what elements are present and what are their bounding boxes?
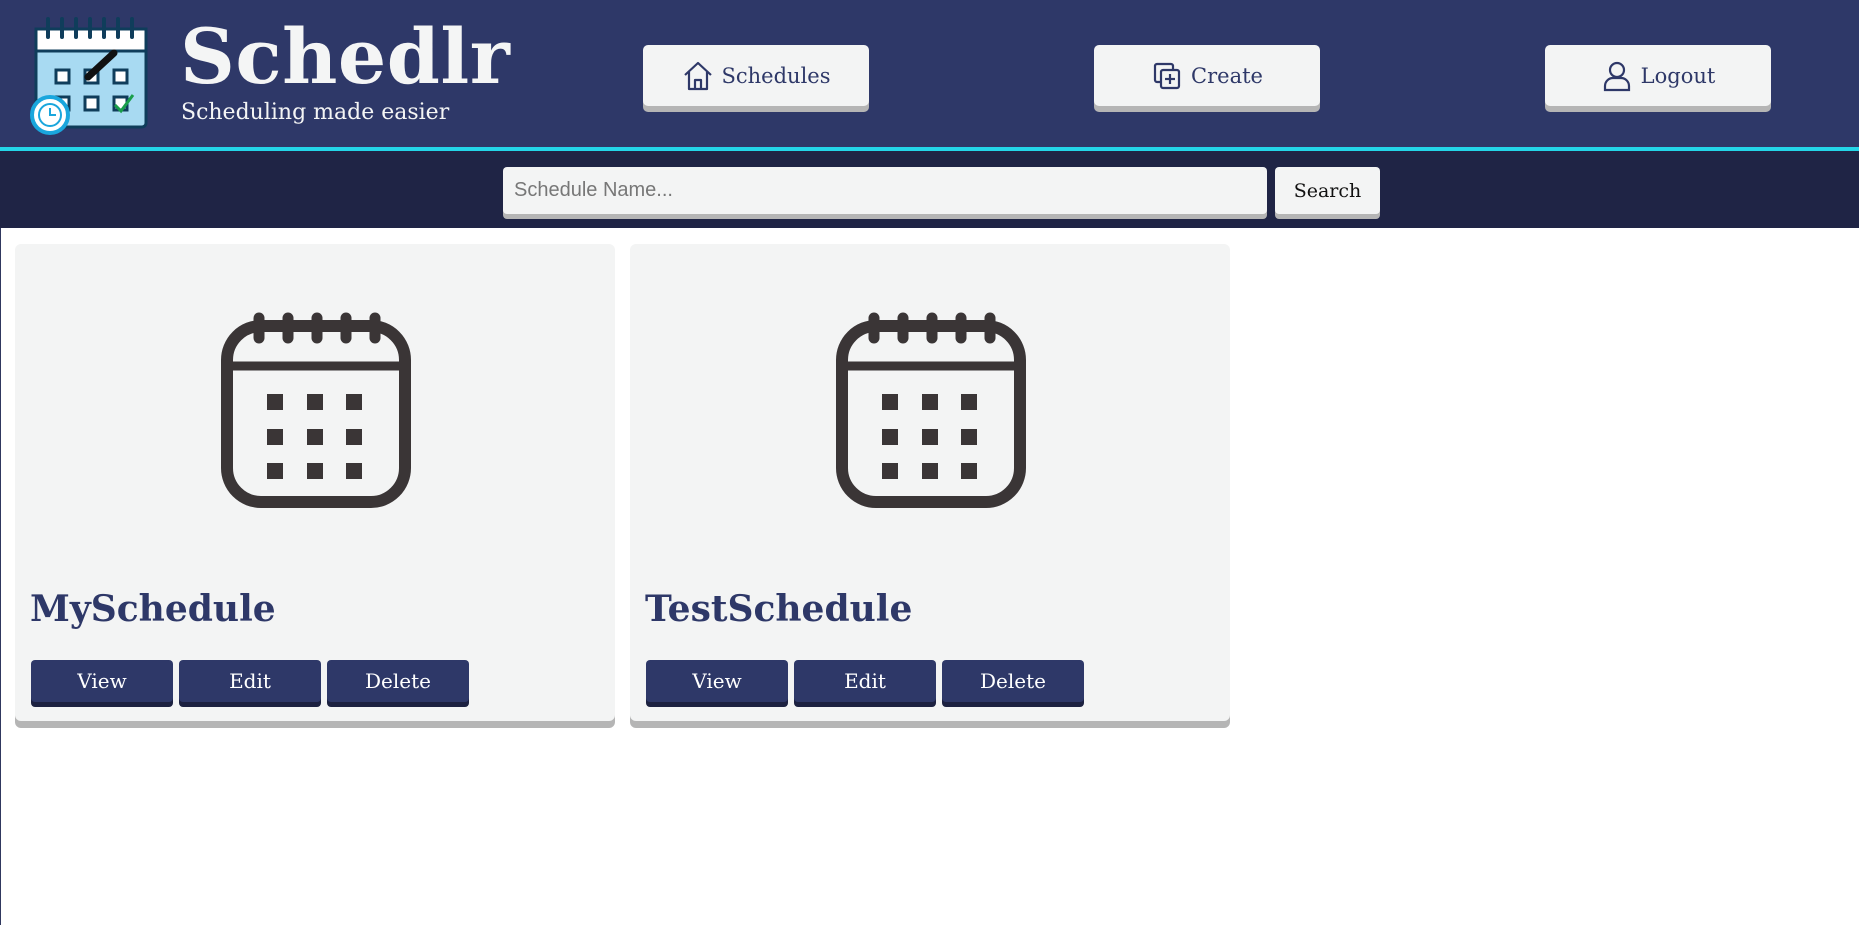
- add-copy-icon: [1153, 62, 1181, 89]
- app-title: Schedlr: [180, 12, 511, 101]
- create-nav-label: Create: [1191, 63, 1263, 88]
- schedule-name: MySchedule: [30, 588, 276, 630]
- app-header: Schedlr Scheduling made easier Schedules…: [0, 0, 1859, 151]
- schedule-name: TestSchedule: [645, 588, 913, 630]
- delete-button[interactable]: Delete: [942, 660, 1084, 702]
- search-bar: Search: [0, 151, 1859, 228]
- view-button[interactable]: View: [646, 660, 788, 702]
- calendar-icon: [221, 312, 411, 508]
- view-button[interactable]: View: [31, 660, 173, 702]
- home-icon: [683, 61, 712, 90]
- schedules-nav-label: Schedules: [721, 63, 831, 88]
- edit-button[interactable]: Edit: [794, 660, 936, 702]
- schedules-nav-button[interactable]: Schedules: [643, 45, 869, 106]
- calendar-logo-icon[interactable]: [30, 15, 154, 135]
- edit-button[interactable]: Edit: [179, 660, 321, 702]
- schedule-card: TestSchedule View Edit Delete: [630, 244, 1230, 721]
- logout-nav-label: Logout: [1640, 63, 1716, 88]
- logout-nav-button[interactable]: Logout: [1545, 45, 1771, 106]
- user-icon: [1603, 61, 1630, 91]
- search-button[interactable]: Search: [1275, 167, 1380, 214]
- schedule-card: MySchedule View Edit Delete: [15, 244, 615, 721]
- app-tagline: Scheduling made easier: [181, 100, 450, 125]
- create-nav-button[interactable]: Create: [1094, 45, 1320, 106]
- calendar-icon: [836, 312, 1026, 508]
- search-input[interactable]: [503, 167, 1267, 214]
- delete-button[interactable]: Delete: [327, 660, 469, 702]
